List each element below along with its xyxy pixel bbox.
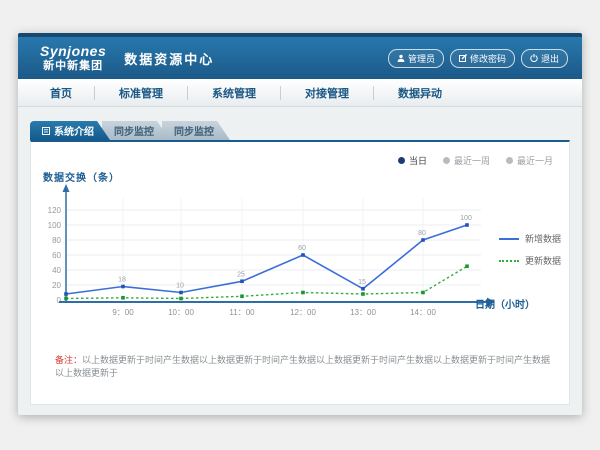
- tab-label: 同步监控: [174, 123, 214, 138]
- svg-text:20: 20: [52, 281, 61, 290]
- svg-text:0: 0: [57, 296, 62, 305]
- legend-item: 新增数据: [499, 232, 561, 245]
- change-password-label: 修改密码: [470, 52, 506, 65]
- main-nav: 首页 标准管理 系统管理 对接管理 数据异动: [18, 79, 582, 107]
- svg-text:60: 60: [52, 251, 61, 260]
- radio-unselected-icon: [506, 157, 513, 164]
- svg-text:80: 80: [418, 230, 426, 237]
- power-icon: [530, 54, 538, 62]
- svg-text:15: 15: [358, 279, 366, 286]
- svg-text:120: 120: [48, 206, 62, 215]
- radio-unselected-icon: [443, 157, 450, 164]
- svg-text:80: 80: [52, 236, 61, 245]
- radio-selected-icon: [398, 157, 405, 164]
- tab-sync-monitor-1[interactable]: 同步监控: [102, 121, 170, 140]
- footnote-label: 备注：: [55, 355, 82, 365]
- legend-label: 新增数据: [525, 232, 561, 245]
- line-chart: 0 20 40 60 80 100 120 9：00 10：00 11：00 12：00 13：00 1…: [41, 180, 511, 322]
- time-range-filter-group: 当日 最近一周 最近一月: [398, 154, 553, 167]
- nav-item-system-mgmt[interactable]: 系统管理: [188, 85, 280, 101]
- line-chart-svg: 0 20 40 60 80 100 120 9：00 10：00 11：00 12：00 13：00 1…: [41, 180, 511, 322]
- nav-item-standard-mgmt[interactable]: 标准管理: [95, 85, 187, 101]
- svg-text:25: 25: [237, 271, 245, 278]
- svg-text:10: 10: [176, 283, 184, 290]
- footnote-text: 以上数据更新于时间产生数据以上数据更新于时间产生数据以上数据更新于时间产生数据以…: [55, 355, 550, 378]
- filter-today-radio[interactable]: 当日: [398, 154, 427, 167]
- admin-user-label: 管理员: [408, 52, 435, 65]
- legend-item: 更新数据: [499, 254, 561, 267]
- filter-label: 最近一月: [517, 154, 553, 167]
- solid-line-swatch-icon: [499, 238, 519, 240]
- app-header: Synjones 新中新集团 数据资源中心 管理员 修改密码 退出: [18, 37, 582, 79]
- logout-label: 退出: [541, 52, 559, 65]
- chart-legend: 新增数据更新数据: [499, 232, 561, 267]
- tab-sync-monitor-2[interactable]: 同步监控: [162, 121, 230, 140]
- svg-text:14：00: 14：00: [410, 308, 436, 317]
- svg-text:100: 100: [48, 221, 62, 230]
- x-axis-title: 日期（小时）: [475, 296, 535, 311]
- nav-item-data-change[interactable]: 数据异动: [374, 85, 466, 101]
- svg-text:11：00: 11：00: [229, 308, 255, 317]
- logo-company-text: 新中新集团: [43, 60, 103, 72]
- admin-user-button[interactable]: 管理员: [388, 49, 444, 68]
- tab-label: 同步监控: [114, 123, 154, 138]
- logout-button[interactable]: 退出: [521, 49, 568, 68]
- svg-text:13：00: 13：00: [350, 308, 376, 317]
- dashed-line-swatch-icon: [499, 260, 519, 262]
- legend-label: 更新数据: [525, 254, 561, 267]
- user-icon: [397, 54, 405, 62]
- nav-item-interface-mgmt[interactable]: 对接管理: [281, 85, 373, 101]
- chart-panel: 当日 最近一周 最近一月 数据交换（条） 0204060801001209：00…: [30, 140, 570, 405]
- app-window: Synjones 新中新集团 数据资源中心 管理员 修改密码 退出: [18, 33, 582, 415]
- company-logo: Synjones 新中新集团: [40, 44, 106, 71]
- tab-bar: 系统介绍 同步监控 同步监控: [30, 121, 230, 140]
- tab-system-intro[interactable]: 系统介绍: [30, 121, 110, 140]
- svg-text:100: 100: [460, 215, 472, 222]
- svg-text:60: 60: [298, 245, 306, 252]
- svg-text:9：00: 9：00: [112, 308, 134, 317]
- filter-last-month-radio[interactable]: 最近一月: [506, 154, 553, 167]
- filter-last-week-radio[interactable]: 最近一周: [443, 154, 490, 167]
- header-actions: 管理员 修改密码 退出: [388, 49, 568, 68]
- tab-label: 系统介绍: [54, 123, 94, 138]
- logo-brand-text: Synjones: [40, 44, 106, 59]
- svg-text:10：00: 10：00: [168, 308, 194, 317]
- filter-label: 最近一周: [454, 154, 490, 167]
- edit-icon: [459, 54, 467, 62]
- filter-label: 当日: [409, 154, 427, 167]
- nav-item-home[interactable]: 首页: [28, 85, 94, 101]
- svg-text:18: 18: [118, 277, 126, 284]
- document-icon: [42, 127, 50, 135]
- footnote: 备注：以上数据更新于时间产生数据以上数据更新于时间产生数据以上数据更新于时间产生…: [55, 354, 553, 379]
- change-password-button[interactable]: 修改密码: [450, 49, 515, 68]
- svg-text:40: 40: [52, 266, 61, 275]
- page-title: 数据资源中心: [124, 49, 214, 68]
- svg-text:12：00: 12：00: [290, 308, 316, 317]
